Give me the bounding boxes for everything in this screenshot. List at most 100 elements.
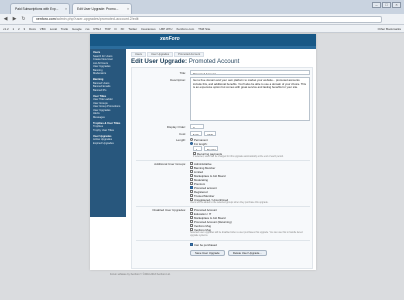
- checkbox-icon: [190, 228, 193, 232]
- checkbox-icon: [190, 243, 193, 247]
- bookmark[interactable]: 2: [18, 25, 20, 32]
- breadcrumb-item[interactable]: Users: [131, 52, 147, 57]
- additional-groups-hint: Users will be added to the selected grou…: [190, 202, 269, 204]
- display-order-input[interactable]: 0: [190, 124, 204, 129]
- checkbox-icon: [190, 166, 193, 170]
- description-textarea[interactable]: Get a free domain and your own platform …: [190, 77, 310, 121]
- page-title: Edit User Upgrade: Promoted Account: [131, 58, 239, 65]
- bookmark[interactable]: VBC: [40, 25, 46, 32]
- sidebar-item[interactable]: Moderators: [93, 72, 106, 75]
- disabled-upgrades-label: Disabled User Upgrades:: [152, 208, 186, 212]
- description-label: Description:: [170, 78, 186, 82]
- other-bookmarks[interactable]: Other Bookmarks: [378, 25, 401, 32]
- url-path: /admin.php?user-upgrades/promoted-accoun…: [55, 17, 139, 21]
- admin-container: xenForo Users Search for Users Create Ne…: [90, 34, 316, 270]
- tab-label: Paid Subscriptions with Exp...: [15, 7, 59, 11]
- bookmark[interactable]: Google: [72, 25, 82, 32]
- bookmark[interactable]: Docs: [29, 25, 36, 32]
- sidebar-item[interactable]: Messages: [93, 116, 105, 119]
- checkbox-icon: [190, 170, 193, 174]
- bookmark[interactable]: v1.2: [3, 25, 9, 32]
- delete-button[interactable]: Delete User Upgrade...: [228, 250, 267, 256]
- close-icon[interactable]: ×: [65, 7, 67, 11]
- display-order-label: Display Order:: [166, 125, 186, 129]
- bookmark[interactable]: rss: [86, 25, 90, 32]
- page-title-prefix: Edit User Upgrade:: [131, 58, 188, 65]
- divider: [136, 206, 310, 207]
- checkbox-icon: [190, 216, 193, 220]
- page-title-name: Promoted Account: [188, 58, 240, 65]
- bookmark[interactable]: 3: [24, 25, 26, 32]
- currency-select[interactable]: USD: [204, 131, 216, 136]
- maximize-icon[interactable]: □: [382, 2, 391, 8]
- length-unit-select[interactable]: Months: [204, 146, 218, 151]
- sidebar-item[interactable]: Expired Upgrades: [93, 142, 114, 145]
- tab-paid-subscriptions[interactable]: Paid Subscriptions with Exp... ×: [10, 3, 70, 14]
- additional-groups-label: Additional User Groups:: [154, 162, 186, 166]
- reload-icon[interactable]: ↻: [20, 16, 27, 23]
- checkbox-icon: [190, 174, 193, 178]
- can-purchase-label: Can be purchased: [194, 243, 217, 247]
- title-input[interactable]: Promoted Account: [190, 70, 310, 75]
- tab-label: Edit User Upgrade: Promo...: [77, 7, 119, 11]
- browser-toolbar: ◀ ▶ ↻ xenforo.com/admin.php?user-upgrade…: [0, 14, 404, 25]
- sidebar-item[interactable]: Trophy User Titles: [93, 129, 114, 132]
- close-icon[interactable]: ×: [127, 7, 129, 11]
- checkbox-icon: [190, 194, 193, 198]
- bookmark[interactable]: RTEJ: [93, 25, 100, 32]
- back-icon[interactable]: ◀: [2, 16, 9, 23]
- bookmark[interactable]: D: [115, 25, 117, 32]
- admin-header: xenForo: [90, 34, 316, 46]
- bookmark[interactable]: TDP: [105, 25, 111, 32]
- cost-label: Cost:: [178, 132, 186, 136]
- checkbox-icon: [190, 190, 193, 194]
- bookmark[interactable]: XF: [121, 25, 125, 32]
- checkbox-icon: [190, 212, 193, 216]
- bookmark[interactable]: 1: [13, 25, 15, 32]
- checkbox-icon: [190, 182, 193, 186]
- admin-sidebar: Users Search for Users Create New User L…: [90, 49, 126, 217]
- bookmarks-bar: v1.2 1 2 3 Docs VBC Local Trello Google …: [0, 25, 404, 33]
- checkbox-icon: [190, 186, 193, 190]
- bookmark[interactable]: Twitter: [128, 25, 137, 32]
- checkbox-icon: [190, 224, 193, 228]
- sidebar-item[interactable]: Banned IPs: [93, 89, 106, 92]
- address-bar[interactable]: xenforo.com/admin.php?user-upgrades/prom…: [32, 16, 382, 23]
- length-amount-input[interactable]: 1: [193, 146, 202, 151]
- radio-icon: [190, 142, 193, 146]
- breadcrumb: Users User Upgrades Promoted Account: [131, 52, 205, 57]
- divider: [136, 160, 310, 161]
- breadcrumb-item[interactable]: User Upgrades: [147, 52, 174, 57]
- checkbox-icon: [190, 220, 193, 224]
- recurring-hint: If selected, users will be charged for t…: [193, 156, 284, 158]
- browser-tab-bar: Paid Subscriptions with Exp... × Edit Us…: [0, 0, 404, 14]
- checkbox-icon: [190, 198, 193, 202]
- checkbox-icon: [190, 208, 193, 212]
- bookmark[interactable]: Trello: [61, 25, 68, 32]
- save-button[interactable]: Save User Upgrade: [190, 250, 225, 256]
- bookmark[interactable]: XenForo.com: [176, 25, 194, 32]
- disabled-upgrades-hint: Selected user upgrades will be disabled …: [190, 232, 303, 237]
- minimize-icon[interactable]: –: [372, 2, 381, 8]
- checkbox-icon: [193, 152, 196, 156]
- bookmark[interactable]: LBP cPIU: [159, 25, 172, 32]
- divider: [136, 240, 310, 241]
- url-host: xenforo.com: [36, 17, 56, 21]
- checkbox-icon: [190, 178, 193, 182]
- forward-icon[interactable]: ▶: [11, 16, 18, 23]
- bookmark[interactable]: Insurances: [141, 25, 156, 32]
- edit-upgrade-form: Title: Promoted Account Description: Get…: [131, 67, 313, 269]
- length-label: Length:: [175, 138, 186, 142]
- cost-input[interactable]: 5.00: [190, 131, 202, 136]
- page-viewport: xenForo Users Search for Users Create Ne…: [0, 34, 404, 300]
- window-close-icon[interactable]: ×: [392, 2, 401, 8]
- bookmark[interactable]: TMZ Site: [198, 25, 210, 32]
- title-label: Title:: [179, 71, 186, 75]
- xenforo-logo[interactable]: xenForo: [160, 36, 180, 42]
- bookmark[interactable]: Local: [50, 25, 57, 32]
- can-purchase-checkbox[interactable]: Can be purchased: [190, 243, 217, 247]
- radio-icon: [190, 138, 193, 142]
- breadcrumb-item[interactable]: Promoted Account: [174, 52, 205, 57]
- page-footer: Forum software by XenForo™ ©2010-2013 Xe…: [110, 273, 171, 276]
- tab-edit-user-upgrade[interactable]: Edit User Upgrade: Promo... ×: [72, 3, 132, 14]
